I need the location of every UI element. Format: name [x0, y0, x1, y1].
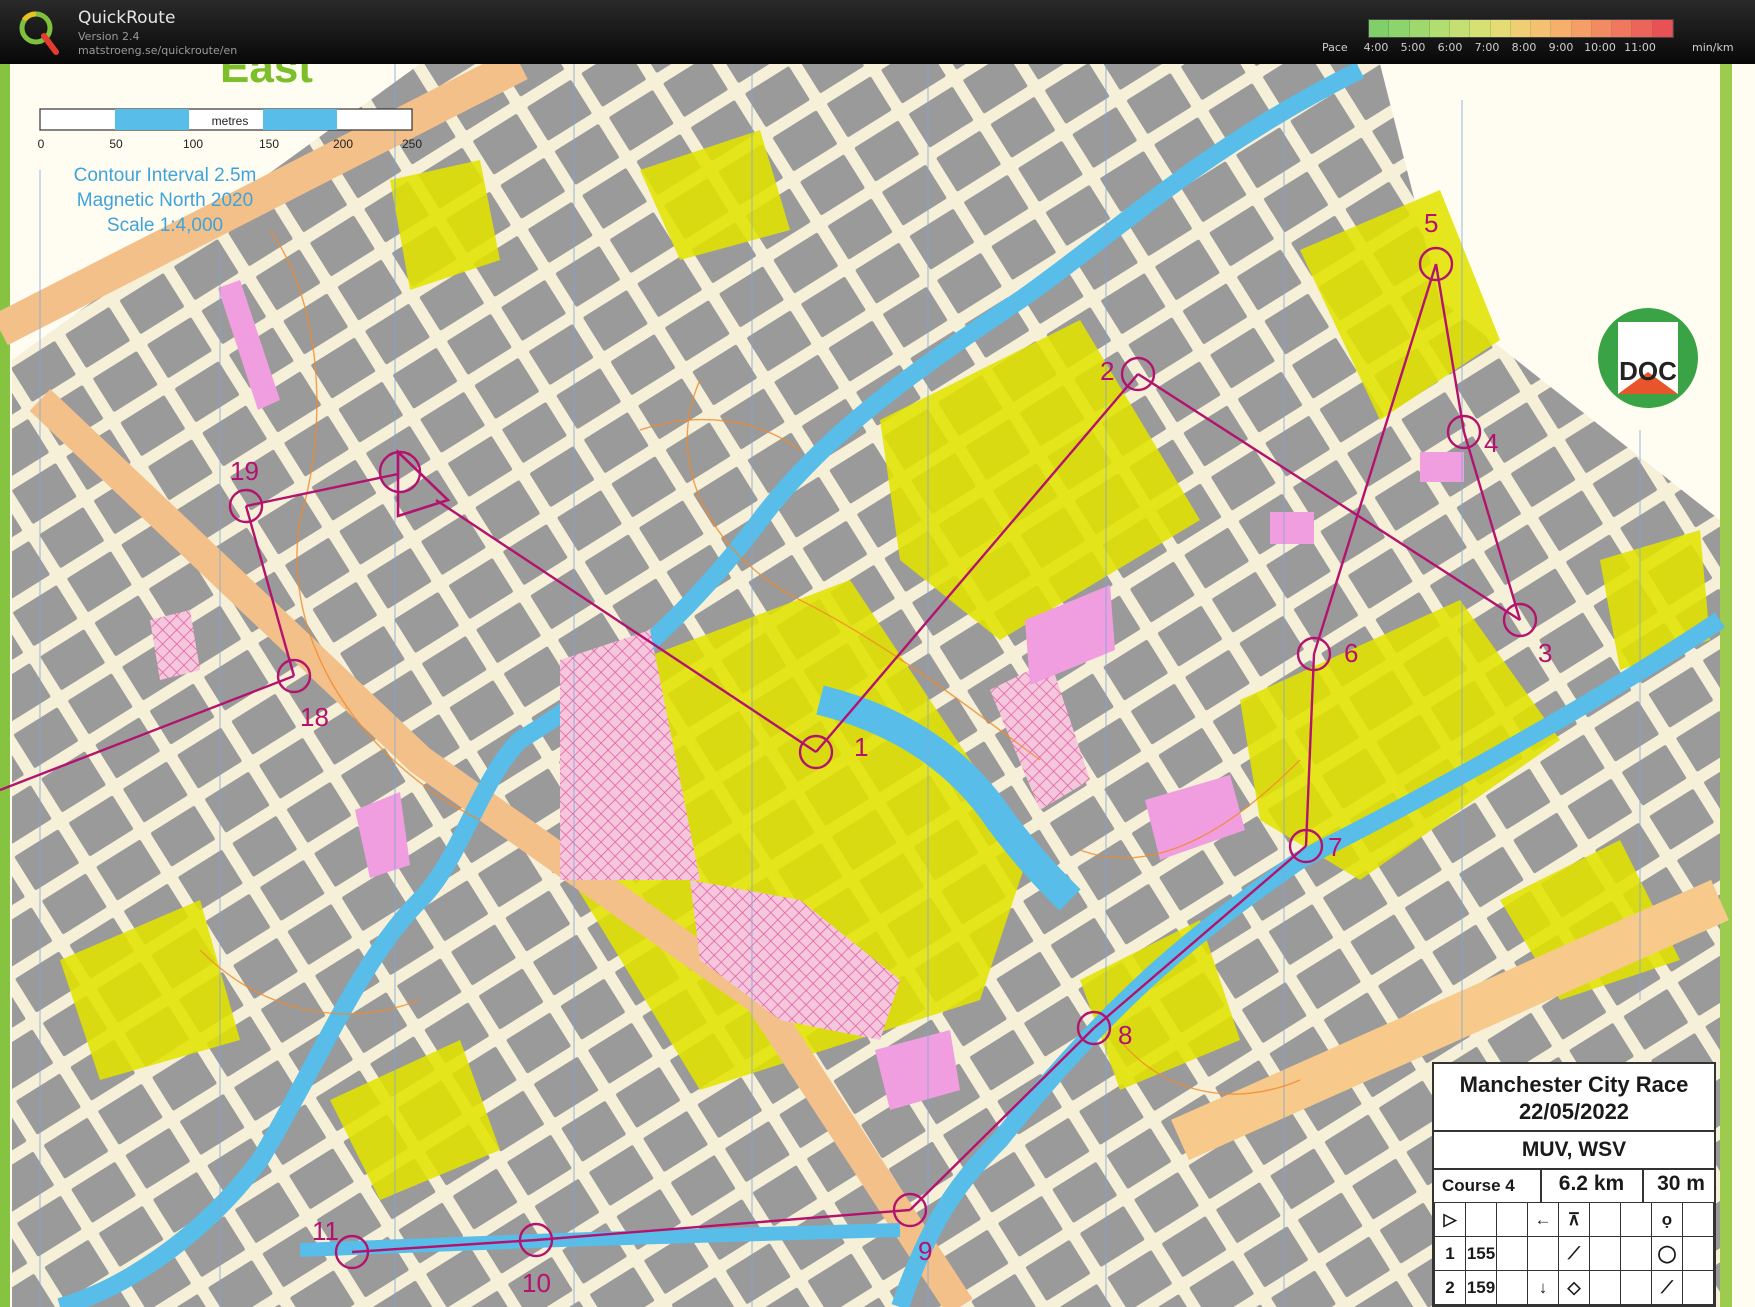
feature-symbol-icon: ⊼ [1558, 1202, 1590, 1237]
control-number: 5 [1424, 208, 1438, 238]
control-number: 10 [522, 1268, 551, 1298]
control-code: 155 [1465, 1236, 1497, 1271]
control-number: 8 [1118, 1020, 1132, 1050]
divider [1434, 1130, 1714, 1132]
course-length: 6.2 km [1558, 1172, 1625, 1195]
pace-tick: 11:00 [1624, 41, 1656, 54]
pace-color-swatch [1470, 20, 1491, 37]
pace-color-swatch [1409, 20, 1430, 37]
control-number: 1 [854, 732, 868, 762]
pace-color-swatch [1369, 20, 1390, 37]
pace-tick: 10:00 [1584, 41, 1616, 54]
pace-tick: 5:00 [1400, 41, 1426, 54]
pace-label: Pace [1322, 41, 1348, 54]
pace-color-swatch [1571, 20, 1592, 37]
divider [1540, 1170, 1542, 1202]
direction-arrow: ← [1527, 1202, 1559, 1237]
scale-tick: 100 [183, 137, 203, 151]
pace-tick: 8:00 [1511, 41, 1537, 54]
feature-symbol-icon: ⟋ [1651, 1270, 1683, 1305]
control-number: 7 [1328, 832, 1342, 862]
course-name: Course 4 [1442, 1176, 1515, 1195]
scale-tick: 250 [402, 137, 422, 151]
control-number: 6 [1344, 638, 1358, 668]
pace-color-swatch [1429, 20, 1451, 37]
pace-tick: 7:00 [1474, 41, 1500, 54]
pace-color-swatch [1450, 20, 1471, 37]
map-title-partial: East [220, 64, 313, 92]
club-logo: DOC [1598, 308, 1698, 408]
pace-color-swatch [1591, 20, 1613, 37]
start-triangle-icon: ▷ [1434, 1202, 1466, 1237]
pace-color-swatch [1490, 20, 1511, 37]
course-climb: 30 m [1657, 1172, 1705, 1195]
control-code: 159 [1465, 1270, 1497, 1305]
pace-color-swatch [1652, 20, 1673, 37]
control-descriptions: ▷ ← ⊼ ọ 1 155 ⟋ ◯ 2 159 ↓ ◇ ⟋ [1434, 1202, 1714, 1305]
scale-tick: 0 [38, 137, 45, 151]
pace-color-swatch [1510, 20, 1532, 37]
pace-color-swatch [1632, 20, 1653, 37]
control-number: 4 [1484, 428, 1498, 458]
title-bar: QuickRoute Version 2.4 matstroeng.se/qui… [0, 0, 1755, 64]
app-version: Version 2.4 [78, 30, 140, 43]
pace-tick: 9:00 [1548, 41, 1574, 54]
pace-tick: 6:00 [1437, 41, 1463, 54]
control-seq: 2 [1434, 1270, 1466, 1305]
description-row: 1 155 ⟋ ◯ [1434, 1236, 1714, 1271]
race-date: 22/05/2022 [1518, 1099, 1630, 1124]
description-row: 2 159 ↓ ◇ ⟋ [1434, 1270, 1714, 1305]
divider [1434, 1168, 1714, 1170]
divider [1642, 1170, 1644, 1202]
scale-tick: 150 [259, 137, 279, 151]
control-number: 11 [312, 1216, 339, 1246]
pace-unit: min/km [1692, 41, 1734, 54]
pace-gradient-bar [1368, 19, 1674, 38]
feature-symbol-icon: ◯ [1651, 1236, 1683, 1271]
scale-tick: 200 [333, 137, 353, 151]
control-number: 2 [1100, 356, 1114, 386]
scale-text: Scale 1:4,000 [107, 215, 223, 236]
control-number: 3 [1538, 638, 1552, 668]
race-name: Manchester City Race [1459, 1072, 1689, 1097]
pace-color-swatch [1531, 20, 1552, 37]
direction-arrow: ↓ [1527, 1270, 1559, 1305]
race-clubs: MUV, WSV [1521, 1138, 1627, 1161]
app-url[interactable]: matstroeng.se/quickroute/en [78, 44, 237, 57]
pace-color-swatch [1389, 20, 1410, 37]
pace-color-swatch [1551, 20, 1572, 37]
scale-unit: metres [212, 114, 249, 128]
feature-symbol-icon: ◇ [1558, 1270, 1590, 1305]
control-number: 9 [918, 1236, 932, 1266]
feature-symbol-icon: ⟋ [1558, 1236, 1590, 1271]
feature-symbol-icon: ọ [1651, 1202, 1683, 1237]
magnetic-north-text: Magnetic North 2020 [77, 190, 253, 211]
club-logo-text: DOC [1619, 356, 1677, 386]
pace-color-swatch [1612, 20, 1633, 37]
contour-interval-text: Contour Interval 2.5m [74, 165, 257, 186]
map-left-edge [0, 64, 10, 1307]
course-legend-box: Manchester City Race 22/05/2022 MUV, WSV… [1432, 1062, 1716, 1307]
app-name: QuickRoute [78, 8, 176, 28]
scale-tick: 50 [109, 137, 123, 151]
map-right-edge [1720, 64, 1732, 1307]
pace-tick: 4:00 [1363, 41, 1389, 54]
control-seq: 1 [1434, 1236, 1466, 1271]
control-number: 18 [300, 702, 329, 732]
description-row: ▷ ← ⊼ ọ [1434, 1202, 1714, 1237]
control-number: 19 [230, 456, 259, 486]
quickroute-logo-icon [19, 11, 59, 55]
